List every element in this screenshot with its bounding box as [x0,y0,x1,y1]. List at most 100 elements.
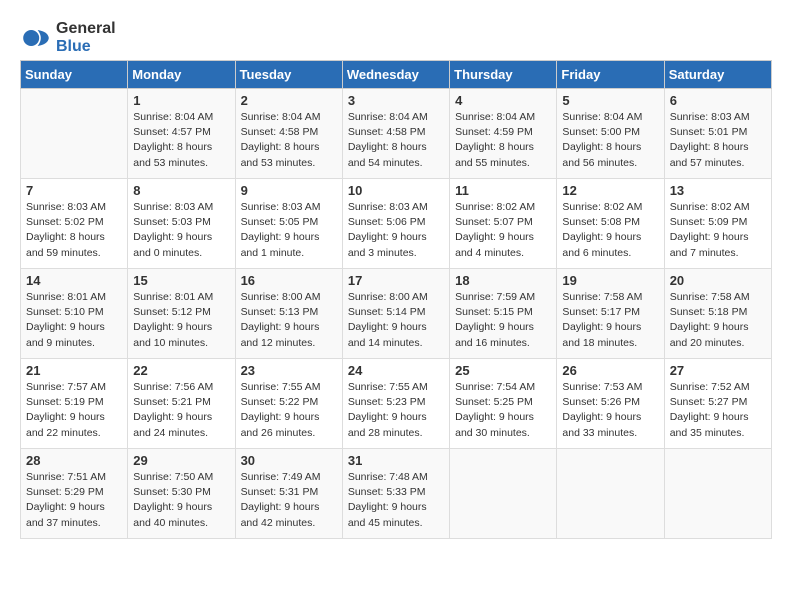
logo: General Blue [20,20,116,56]
header-day-thursday: Thursday [450,61,557,89]
day-number: 19 [562,273,658,288]
header-day-tuesday: Tuesday [235,61,342,89]
day-info: Sunrise: 8:03 AMSunset: 5:01 PMDaylight:… [670,110,766,171]
day-info: Sunrise: 8:02 AMSunset: 5:09 PMDaylight:… [670,200,766,261]
calendar-cell: 4 Sunrise: 8:04 AMSunset: 4:59 PMDaylight… [450,89,557,179]
day-number: 31 [348,453,444,468]
day-number: 18 [455,273,551,288]
calendar-cell: 1 Sunrise: 8:04 AMSunset: 4:57 PMDaylight… [128,89,235,179]
logo-text: General Blue [56,20,116,56]
calendar-cell [557,449,664,539]
day-info: Sunrise: 7:55 AMSunset: 5:22 PMDaylight:… [241,380,337,441]
day-info: Sunrise: 7:49 AMSunset: 5:31 PMDaylight:… [241,470,337,531]
calendar-cell: 29 Sunrise: 7:50 AMSunset: 5:30 PMDayligh… [128,449,235,539]
calendar-body: 1 Sunrise: 8:04 AMSunset: 4:57 PMDaylight… [21,89,772,539]
calendar-table: SundayMondayTuesdayWednesdayThursdayFrid… [20,60,772,539]
day-number: 5 [562,93,658,108]
calendar-cell: 12 Sunrise: 8:02 AMSunset: 5:08 PMDayligh… [557,179,664,269]
calendar-cell [21,89,128,179]
day-info: Sunrise: 7:55 AMSunset: 5:23 PMDaylight:… [348,380,444,441]
day-number: 1 [133,93,229,108]
day-info: Sunrise: 8:03 AMSunset: 5:05 PMDaylight:… [241,200,337,261]
day-info: Sunrise: 8:00 AMSunset: 5:14 PMDaylight:… [348,290,444,351]
calendar-cell [450,449,557,539]
page-header: General Blue [20,20,772,56]
calendar-cell: 14Sunrise: 8:01 AMSunset: 5:10 PMDayligh… [21,269,128,359]
calendar-cell: 8Sunrise: 8:03 AMSunset: 5:03 PMDaylight… [128,179,235,269]
calendar-cell: 31Sunrise: 7:48 AMSunset: 5:33 PMDayligh… [342,449,449,539]
calendar-cell: 22 Sunrise: 7:56 AMSunset: 5:21 PMDayligh… [128,359,235,449]
calendar-cell: 17 Sunrise: 8:00 AMSunset: 5:14 PMDayligh… [342,269,449,359]
day-number: 25 [455,363,551,378]
calendar-week-3: 14Sunrise: 8:01 AMSunset: 5:10 PMDayligh… [21,269,772,359]
calendar-cell: 27Sunrise: 7:52 AMSunset: 5:27 PMDayligh… [664,359,771,449]
day-info: Sunrise: 8:01 AMSunset: 5:10 PMDaylight:… [26,290,122,351]
day-number: 3 [348,93,444,108]
calendar-cell [664,449,771,539]
calendar-cell: 16Sunrise: 8:00 AMSunset: 5:13 PMDayligh… [235,269,342,359]
calendar-header: SundayMondayTuesdayWednesdayThursdayFrid… [21,61,772,89]
day-number: 21 [26,363,122,378]
day-number: 20 [670,273,766,288]
calendar-cell: 6 Sunrise: 8:03 AMSunset: 5:01 PMDaylight… [664,89,771,179]
day-number: 6 [670,93,766,108]
day-info: Sunrise: 7:53 AMSunset: 5:26 PMDaylight:… [562,380,658,441]
day-number: 30 [241,453,337,468]
calendar-cell: 5 Sunrise: 8:04 AMSunset: 5:00 PMDaylight… [557,89,664,179]
calendar-cell: 28 Sunrise: 7:51 AMSunset: 5:29 PMDayligh… [21,449,128,539]
calendar-cell: 15Sunrise: 8:01 AMSunset: 5:12 PMDayligh… [128,269,235,359]
calendar-cell: 10Sunrise: 8:03 AMSunset: 5:06 PMDayligh… [342,179,449,269]
day-number: 13 [670,183,766,198]
day-number: 11 [455,183,551,198]
day-number: 10 [348,183,444,198]
day-number: 27 [670,363,766,378]
calendar-cell: 30 Sunrise: 7:49 AMSunset: 5:31 PMDayligh… [235,449,342,539]
calendar-cell: 25 Sunrise: 7:54 AMSunset: 5:25 PMDayligh… [450,359,557,449]
day-info: Sunrise: 8:02 AMSunset: 5:07 PMDaylight:… [455,200,551,261]
day-info: Sunrise: 7:56 AMSunset: 5:21 PMDaylight:… [133,380,229,441]
day-number: 29 [133,453,229,468]
day-info: Sunrise: 8:00 AMSunset: 5:13 PMDaylight:… [241,290,337,351]
day-number: 22 [133,363,229,378]
day-info: Sunrise: 8:04 AMSunset: 4:58 PMDaylight:… [348,110,444,171]
day-number: 8 [133,183,229,198]
day-info: Sunrise: 8:04 AMSunset: 4:57 PMDaylight:… [133,110,229,171]
calendar-cell: 19 Sunrise: 7:58 AMSunset: 5:17 PMDayligh… [557,269,664,359]
calendar-cell: 3 Sunrise: 8:04 AMSunset: 4:58 PMDaylight… [342,89,449,179]
calendar-cell: 18Sunrise: 7:59 AMSunset: 5:15 PMDayligh… [450,269,557,359]
calendar-cell: 20Sunrise: 7:58 AMSunset: 5:18 PMDayligh… [664,269,771,359]
day-number: 26 [562,363,658,378]
calendar-cell: 7Sunrise: 8:03 AMSunset: 5:02 PMDaylight… [21,179,128,269]
day-info: Sunrise: 8:03 AMSunset: 5:02 PMDaylight:… [26,200,122,261]
day-number: 9 [241,183,337,198]
day-number: 4 [455,93,551,108]
header-day-monday: Monday [128,61,235,89]
calendar-week-4: 21Sunrise: 7:57 AMSunset: 5:19 PMDayligh… [21,359,772,449]
calendar-cell: 2 Sunrise: 8:04 AMSunset: 4:58 PMDaylight… [235,89,342,179]
day-info: Sunrise: 8:04 AMSunset: 4:58 PMDaylight:… [241,110,337,171]
logo-icon [20,22,52,54]
day-info: Sunrise: 7:51 AMSunset: 5:29 PMDaylight:… [26,470,122,531]
calendar-cell: 11 Sunrise: 8:02 AMSunset: 5:07 PMDayligh… [450,179,557,269]
day-info: Sunrise: 8:02 AMSunset: 5:08 PMDaylight:… [562,200,658,261]
day-number: 2 [241,93,337,108]
day-number: 12 [562,183,658,198]
header-day-friday: Friday [557,61,664,89]
day-number: 23 [241,363,337,378]
day-info: Sunrise: 8:04 AMSunset: 4:59 PMDaylight:… [455,110,551,171]
day-number: 17 [348,273,444,288]
day-info: Sunrise: 7:50 AMSunset: 5:30 PMDaylight:… [133,470,229,531]
day-info: Sunrise: 7:58 AMSunset: 5:17 PMDaylight:… [562,290,658,351]
day-number: 28 [26,453,122,468]
calendar-cell: 23 Sunrise: 7:55 AMSunset: 5:22 PMDayligh… [235,359,342,449]
calendar-week-5: 28 Sunrise: 7:51 AMSunset: 5:29 PMDayligh… [21,449,772,539]
day-number: 15 [133,273,229,288]
day-info: Sunrise: 8:04 AMSunset: 5:00 PMDaylight:… [562,110,658,171]
day-number: 24 [348,363,444,378]
header-day-sunday: Sunday [21,61,128,89]
header-day-wednesday: Wednesday [342,61,449,89]
calendar-week-1: 1 Sunrise: 8:04 AMSunset: 4:57 PMDaylight… [21,89,772,179]
header-row: SundayMondayTuesdayWednesdayThursdayFrid… [21,61,772,89]
day-info: Sunrise: 7:54 AMSunset: 5:25 PMDaylight:… [455,380,551,441]
calendar-cell: 26 Sunrise: 7:53 AMSunset: 5:26 PMDayligh… [557,359,664,449]
